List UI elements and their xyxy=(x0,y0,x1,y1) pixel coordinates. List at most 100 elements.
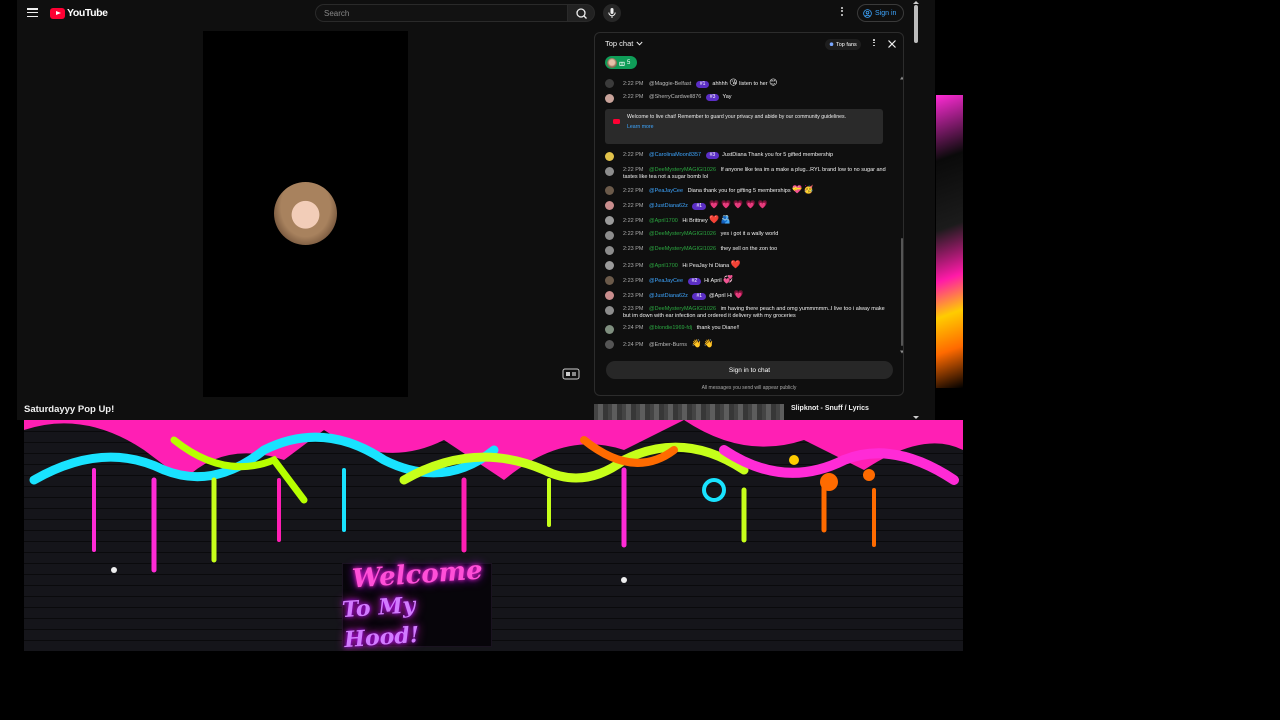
author-avatar[interactable] xyxy=(605,260,614,270)
chat-message[interactable]: 2:23 PM @April1700 Hi PeaJay hi Diana ❤️ xyxy=(595,258,900,273)
message-body: 2:23 PM @April1700 Hi PeaJay hi Diana ❤️ xyxy=(623,259,892,270)
message-emoji: 💗 💗 💗 💗 💗 xyxy=(709,199,768,209)
message-emoji: ❤️ xyxy=(709,214,720,224)
author-avatar[interactable] xyxy=(605,290,614,300)
author-avatar[interactable] xyxy=(605,275,614,285)
message-author[interactable]: @Maggie-Belfast xyxy=(649,81,691,87)
chat-message-list[interactable]: 2:22 PM @Maggie-Belfast #1 ahhhh 😘 listen… xyxy=(595,76,900,354)
message-author[interactable]: @blondie1969-fdj xyxy=(649,325,692,331)
message-body: 2:23 PM @JustDiana62z #1 @April Hi 💗 xyxy=(623,290,892,300)
rank-badge: #2 xyxy=(687,277,702,285)
page-scroll-thumb[interactable] xyxy=(914,5,918,43)
author-avatar[interactable] xyxy=(605,78,614,88)
account-icon xyxy=(863,8,872,18)
message-author[interactable]: @CarolinaMoon8357 xyxy=(649,152,701,158)
message-emoji: ❤️ xyxy=(730,259,741,269)
scroll-up-arrow-icon xyxy=(900,76,903,80)
sign-in-button[interactable]: Sign in xyxy=(857,4,905,22)
chat-scrollbar[interactable] xyxy=(900,76,903,354)
chat-message[interactable]: 2:22 PM @DeeMysteryMAGIGI1026 yes i got … xyxy=(595,228,900,243)
message-author[interactable]: @April1700 xyxy=(649,263,678,269)
youtube-play-icon xyxy=(50,7,65,19)
search-input[interactable] xyxy=(315,4,567,22)
chat-message[interactable]: 2:22 PM @Maggie-Belfast #1 ahhhh 😘 listen… xyxy=(595,76,900,91)
chat-message[interactable]: 2:23 PM @DeeMysteryMAGIGI1026 they sell … xyxy=(595,243,900,258)
chat-message[interactable]: 2:22 PM @JustDiana62z #1 💗 💗 💗 💗 💗 xyxy=(595,198,900,213)
author-avatar[interactable] xyxy=(605,166,614,176)
live-chat-panel: Top chat Top fans 5 2:22 PM @Maggie-Belf… xyxy=(594,32,904,396)
message-timestamp: 2:23 PM xyxy=(623,292,644,299)
author-avatar[interactable] xyxy=(605,339,614,349)
message-author[interactable]: @Ember-Burns xyxy=(649,342,687,348)
author-avatar[interactable] xyxy=(605,151,614,161)
page-scrollbar[interactable] xyxy=(910,0,920,420)
author-avatar[interactable] xyxy=(605,185,614,195)
chat-message[interactable]: 2:23 PM @DeeMysteryMAGIGI1026 im having … xyxy=(595,303,900,322)
message-emoji: 👋 👋 xyxy=(691,338,714,348)
chat-message[interactable]: 2:22 PM @CarolinaMoon8357 #3 JustDiana Th… xyxy=(595,149,900,164)
message-author[interactable]: @DeeMysteryMAGIGI1026 xyxy=(649,167,716,173)
chat-message[interactable]: 2:24 PM @blondie1969-fdj thank you Diane… xyxy=(595,322,900,337)
message-text: Hi April xyxy=(704,277,722,284)
sign-in-to-chat-button[interactable]: Sign in to chat xyxy=(606,361,893,379)
message-author[interactable]: @April1700 xyxy=(649,218,678,224)
chat-scroll-thumb[interactable] xyxy=(901,238,903,346)
up-next-title[interactable]: Slipknot - Snuff / Lyrics xyxy=(791,405,869,412)
video-title: Saturdayyy Pop Up! xyxy=(24,404,115,415)
menu-icon[interactable] xyxy=(27,8,38,18)
chat-more-icon[interactable] xyxy=(871,39,877,49)
message-emoji: 💝 xyxy=(792,184,803,194)
rank-badge: #3 xyxy=(705,93,720,101)
message-author[interactable]: @DeeMysteryMAGIGI1026 xyxy=(649,306,716,312)
author-avatar[interactable] xyxy=(605,245,614,255)
message-author[interactable]: @PeaJayCee xyxy=(649,278,683,284)
message-author[interactable]: @SherryCardwell876 xyxy=(649,94,701,100)
message-text: Hi PeaJay hi Diana xyxy=(682,262,730,269)
message-timestamp: 2:22 PM xyxy=(623,202,644,209)
message-body: 2:22 PM @PeaJayCee Diana thank you for g… xyxy=(623,184,892,195)
ticker-count: 5 xyxy=(627,59,631,66)
author-avatar[interactable] xyxy=(605,305,614,315)
chat-message[interactable]: 2:24 PM @Ember-Burns 👋 👋 xyxy=(595,337,900,352)
author-avatar[interactable] xyxy=(605,230,614,240)
message-emoji-2: 🥳 xyxy=(803,184,814,194)
chat-message[interactable]: 2:22 PM @SherryCardwell876 #3 Yay xyxy=(595,91,900,106)
message-author[interactable]: @DeeMysteryMAGIGI1026 xyxy=(649,231,716,237)
search-button[interactable] xyxy=(567,4,595,22)
author-avatar[interactable] xyxy=(605,215,614,225)
message-timestamp: 2:22 PM xyxy=(623,151,644,158)
chat-message[interactable]: 2:22 PM @DeeMysteryMAGIGI1026 If anyone … xyxy=(595,164,900,183)
rank-badge: #1 xyxy=(692,202,707,210)
author-avatar[interactable] xyxy=(605,200,614,210)
close-icon[interactable] xyxy=(886,38,898,50)
chat-message[interactable]: 2:23 PM @PeaJayCee #2 Hi April 💞 xyxy=(595,273,900,288)
message-author[interactable]: @DeeMysteryMAGIGI1026 xyxy=(649,246,716,252)
message-body: 2:23 PM @DeeMysteryMAGIGI1026 im having … xyxy=(623,306,892,320)
up-next-thumbnail[interactable] xyxy=(594,404,784,420)
membership-ticker[interactable]: 5 xyxy=(605,56,637,69)
rank-badge: #3 xyxy=(705,151,720,159)
author-avatar[interactable] xyxy=(605,93,614,103)
message-text: @April Hi xyxy=(709,292,733,299)
sign-in-label: Sign in xyxy=(875,9,897,17)
message-timestamp: 2:23 PM xyxy=(623,277,644,284)
chat-mode-dropdown[interactable]: Top chat xyxy=(605,39,644,48)
chat-message[interactable]: 2:23 PM @JustDiana62z #1 @April Hi 💗 xyxy=(595,288,900,303)
message-author[interactable]: @JustDiana62z xyxy=(649,293,688,299)
message-timestamp: 2:24 PM xyxy=(623,341,644,348)
settings-more-icon[interactable] xyxy=(839,7,845,19)
message-text: Hi Brittney xyxy=(682,217,708,224)
message-author[interactable]: @PeaJayCee xyxy=(649,188,683,194)
voice-search-button[interactable] xyxy=(603,4,621,22)
chat-message[interactable]: 2:22 PM @PeaJayCee Diana thank you for g… xyxy=(595,183,900,198)
message-body: 2:23 PM @PeaJayCee #2 Hi April 💞 xyxy=(623,275,892,285)
video-player[interactable] xyxy=(203,31,408,397)
message-author[interactable]: @JustDiana62z xyxy=(649,203,688,209)
chat-message[interactable]: 2:22 PM @April1700 Hi Brittney ❤️ 🫂 xyxy=(595,213,900,228)
youtube-logo[interactable]: YouTube xyxy=(50,7,108,19)
author-avatar[interactable] xyxy=(605,324,614,334)
miniplayer-icon[interactable] xyxy=(562,368,580,380)
message-body: 2:22 PM @CarolinaMoon8357 #3 JustDiana Th… xyxy=(623,151,892,159)
top-fans-button[interactable]: Top fans xyxy=(825,39,861,50)
learn-more-link[interactable]: Learn more xyxy=(627,124,846,130)
